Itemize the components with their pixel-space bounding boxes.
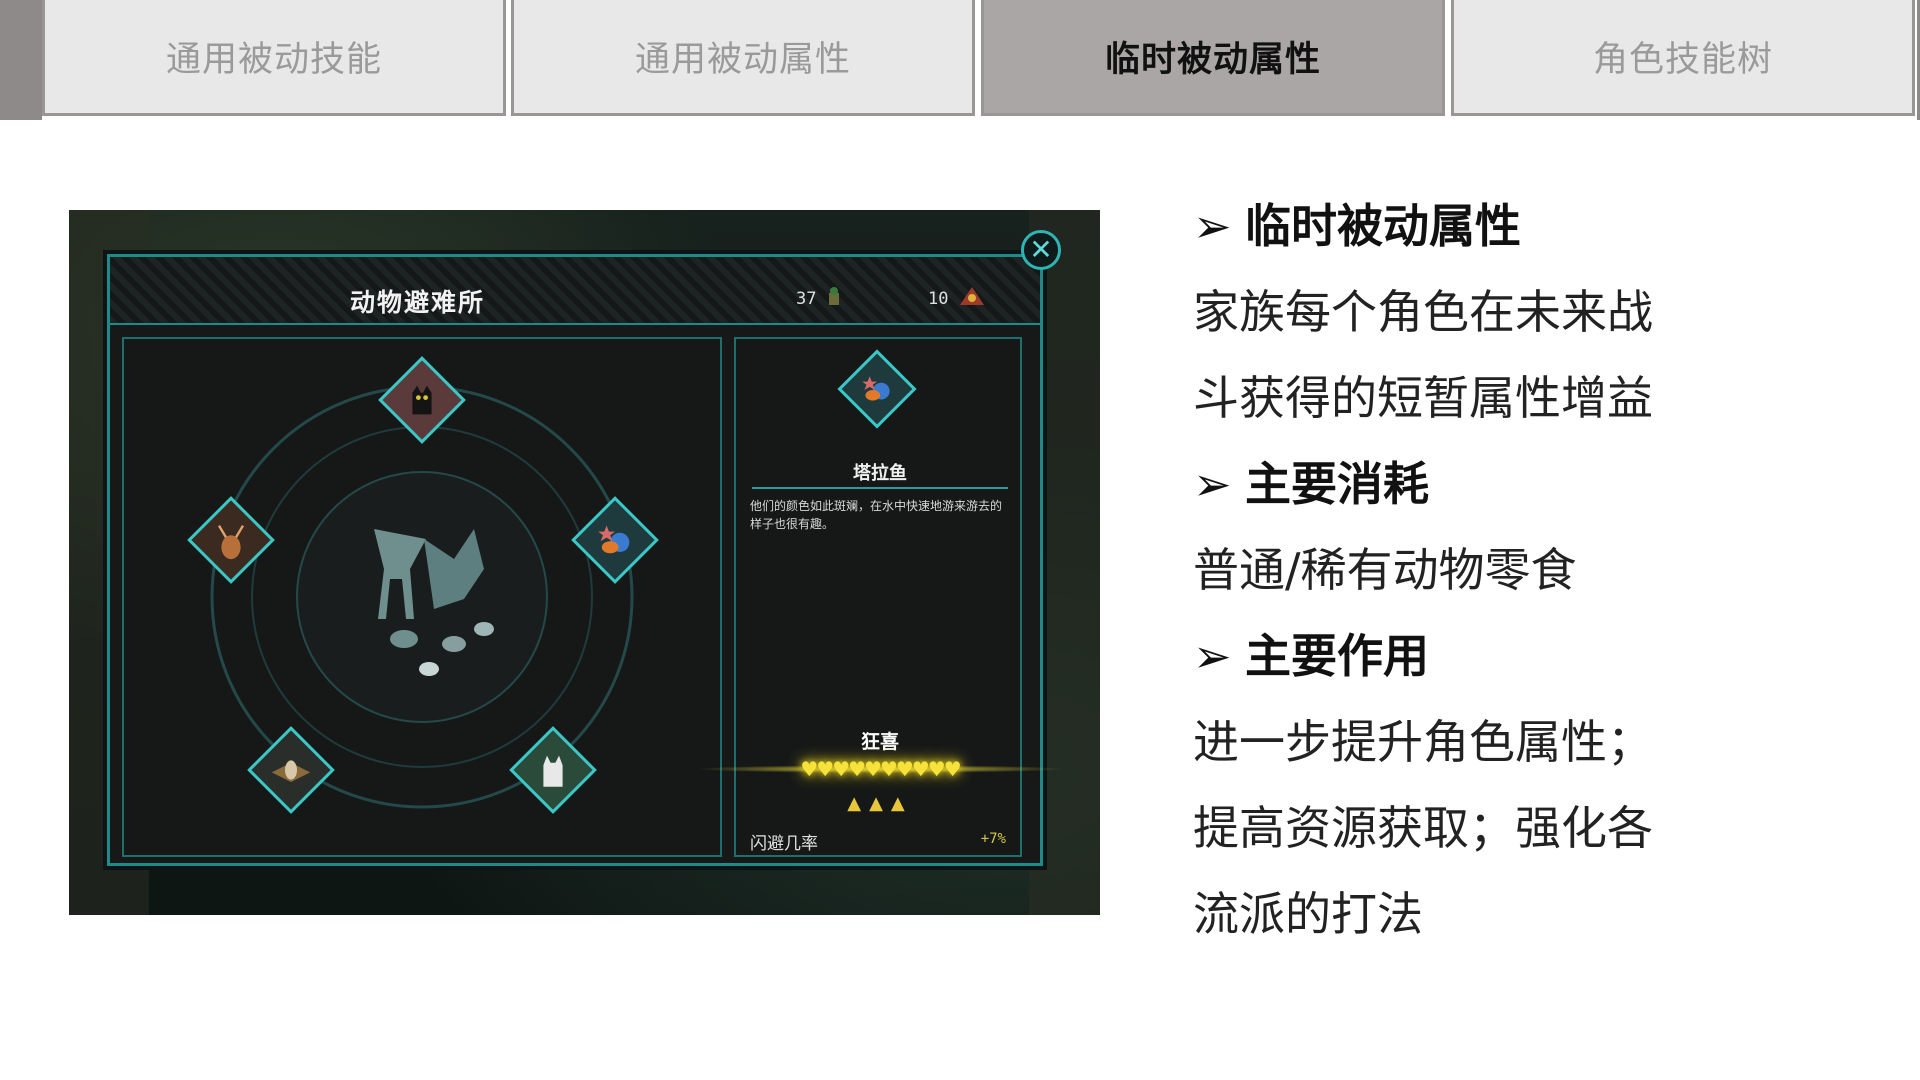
game-screenshot: 动物避难所 37 10 塔拉鱼 他们的颜色如此斑斓，在水中快速地游来游去的样子也… bbox=[69, 210, 1100, 915]
heart-icon-row: ♥♥♥♥♥♥♥♥♥♥ bbox=[800, 757, 961, 781]
tab-temporary-passive-attributes[interactable]: 临时被动属性 bbox=[981, 0, 1445, 116]
heading-main-effect: ➢ 主要作用 bbox=[1193, 620, 1429, 686]
fish-icon bbox=[862, 376, 890, 401]
bullet-arrow-icon: ➢ bbox=[1193, 629, 1232, 683]
description-line: 提高资源获取；强化各 bbox=[1193, 801, 1653, 855]
tab-bar-edge bbox=[0, 0, 42, 120]
heading-text: 临时被动属性 bbox=[1245, 199, 1521, 253]
close-icon: ✕ bbox=[1029, 233, 1053, 266]
tab-bar: 通用被动技能 通用被动属性 临时被动属性 角色技能树 bbox=[0, 0, 1920, 120]
heading-text: 主要作用 bbox=[1245, 629, 1429, 683]
dialog-header bbox=[110, 257, 1040, 325]
description-line: 家族每个角色在未来战 bbox=[1193, 285, 1653, 339]
heading-main-cost: ➢ 主要消耗 bbox=[1193, 448, 1429, 514]
owl-icon bbox=[271, 760, 311, 782]
cat-icon bbox=[412, 385, 432, 415]
animal-name: 塔拉鱼 bbox=[853, 463, 907, 484]
description-line: 流派的打法 bbox=[1193, 887, 1423, 941]
rare-snack-icon bbox=[960, 287, 984, 305]
animal-description: 他们的颜色如此斑斓，在水中快速地游来游去的样子也很有趣。 bbox=[750, 499, 1003, 531]
common-snack-count: 37 bbox=[796, 289, 817, 309]
mood-label: 狂喜 bbox=[860, 731, 899, 753]
close-button[interactable]: ✕ bbox=[1021, 230, 1061, 270]
stat-name: 闪避几率 bbox=[750, 834, 818, 854]
animal-detail-pane: 塔拉鱼 他们的颜色如此斑斓，在水中快速地游来游去的样子也很有趣。 狂喜 ♥♥♥♥… bbox=[696, 337, 1066, 857]
tab-character-skill-tree[interactable]: 角色技能树 bbox=[1451, 0, 1915, 116]
wolf-icon bbox=[543, 755, 563, 787]
selected-animal-portrait bbox=[837, 349, 917, 429]
description-line: 斗获得的短暂属性增益 bbox=[1193, 371, 1653, 425]
heading-text: 主要消耗 bbox=[1245, 457, 1429, 511]
animal-shelter-dialog: 动物避难所 37 10 塔拉鱼 他们的颜色如此斑斓，在水中快速地游来游去的样子也… bbox=[107, 254, 1066, 866]
description-line: 普通/稀有动物零食 bbox=[1193, 543, 1577, 597]
description-line: 进一步提升角色属性； bbox=[1193, 715, 1653, 769]
rare-snack-count: 10 bbox=[928, 289, 949, 309]
animal-selector-pane bbox=[122, 337, 722, 857]
bullet-arrow-icon: ➢ bbox=[1193, 457, 1232, 511]
tab-general-passive-attributes[interactable]: 通用被动属性 bbox=[511, 0, 975, 116]
dialog-title: 动物避难所 bbox=[350, 288, 486, 317]
rank-arrow-icons: ▲▲▲ bbox=[847, 793, 913, 814]
tab-general-passive-skills[interactable]: 通用被动技能 bbox=[42, 0, 506, 116]
bullet-arrow-icon: ➢ bbox=[1193, 199, 1232, 253]
stat-value: +7% bbox=[980, 831, 1006, 847]
deer-icon bbox=[217, 524, 245, 560]
common-snack-icon bbox=[829, 287, 839, 305]
divider bbox=[752, 487, 1008, 489]
fish-icon bbox=[598, 525, 630, 554]
heading-temporary-passive: ➢ 临时被动属性 bbox=[1193, 190, 1521, 256]
